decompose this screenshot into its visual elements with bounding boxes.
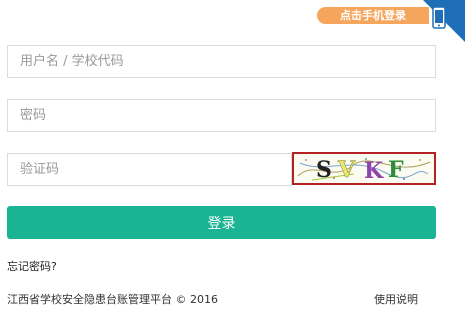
captcha-char: F bbox=[388, 157, 404, 183]
mobile-phone-icon[interactable] bbox=[432, 6, 446, 29]
phone-login-button[interactable]: 点击手机登录 bbox=[317, 7, 429, 24]
forgot-password-link[interactable]: 忘记密码? bbox=[7, 258, 57, 274]
captcha-char: V bbox=[337, 157, 356, 183]
captcha-input[interactable] bbox=[8, 154, 291, 185]
login-page: 点击手机登录 S V K F bbox=[0, 0, 465, 319]
captcha-char: K bbox=[364, 158, 384, 183]
username-input[interactable] bbox=[8, 46, 435, 77]
help-link[interactable]: 使用说明 bbox=[374, 291, 418, 307]
captcha-image[interactable]: S V K F bbox=[292, 152, 436, 185]
password-input[interactable] bbox=[8, 100, 435, 131]
captcha-field-wrapper bbox=[7, 153, 292, 186]
password-field-wrapper bbox=[7, 99, 436, 132]
login-button[interactable]: 登录 bbox=[7, 206, 436, 239]
footer-copyright: 江西省学校安全隐患台账管理平台 © 2016 bbox=[7, 293, 218, 306]
username-field-wrapper bbox=[7, 45, 436, 78]
captcha-char: S bbox=[316, 157, 332, 183]
captcha-graphic: S V K F bbox=[297, 157, 431, 184]
